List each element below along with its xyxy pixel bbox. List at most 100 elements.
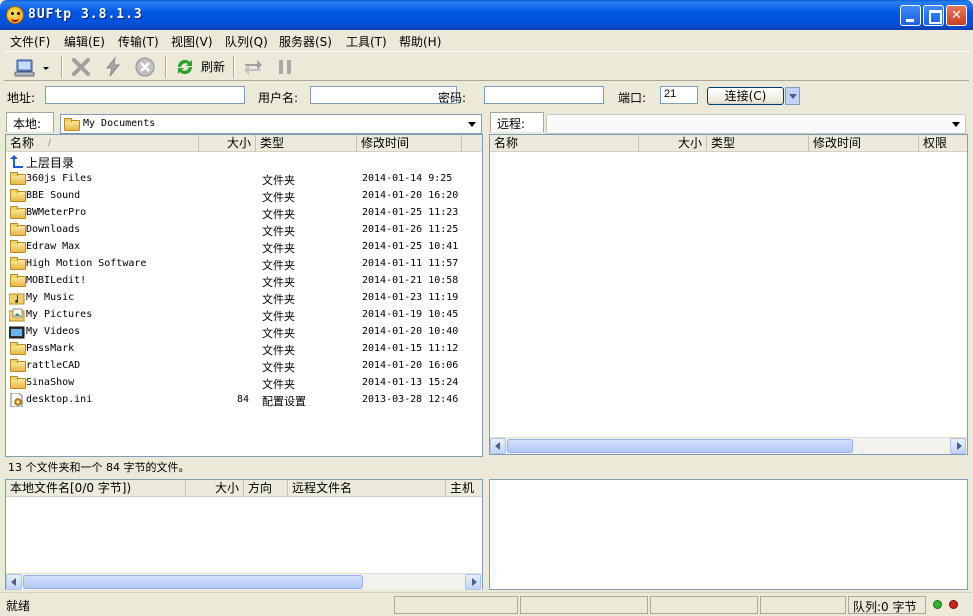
menu-file[interactable]: 文件(F) <box>10 33 50 50</box>
col-modified[interactable]: 修改时间 <box>357 135 462 152</box>
menu-bar: 文件(F) 编辑(E) 传输(T) 视图(V) 队列(Q) 服务器(S) 工具(… <box>4 30 969 50</box>
file-modified: 2014-01-14 9:25 <box>362 173 453 184</box>
table-row[interactable]: PassMark 文件夹 2014-01-15 11:12 <box>6 340 482 357</box>
table-row[interactable]: My Pictures 文件夹 2014-01-19 10:45 <box>6 306 482 323</box>
file-type: 配置设置 <box>262 395 306 408</box>
table-row[interactable]: 360js Files 文件夹 2014-01-14 9:25 <box>6 170 482 187</box>
pictures-folder-icon <box>8 308 25 322</box>
quick-connect-icon[interactable] <box>102 56 124 78</box>
file-type: 文件夹 <box>262 344 295 357</box>
col-size[interactable]: 大小 <box>639 135 707 152</box>
log-panel[interactable] <box>489 479 968 590</box>
status-segment <box>760 596 846 614</box>
queue-list[interactable]: 本地文件名[0/0 字节]) 大小 方向 远程文件名 主机 <box>5 479 483 590</box>
address-input[interactable] <box>45 86 245 104</box>
table-row[interactable]: rattleCAD 文件夹 2014-01-20 16:06 <box>6 357 482 374</box>
remote-panel-tab[interactable]: 远程: <box>490 112 544 132</box>
col-name[interactable]: 名称 / <box>6 135 199 152</box>
table-row[interactable]: Edraw Max 文件夹 2014-01-25 10:41 <box>6 238 482 255</box>
table-row[interactable]: BWMeterPro 文件夹 2014-01-25 11:23 <box>6 204 482 221</box>
folder-icon <box>10 223 26 236</box>
refresh-icon[interactable] <box>174 56 196 78</box>
file-modified: 2014-01-26 11:25 <box>362 224 459 235</box>
table-row[interactable]: High Motion Software 文件夹 2014-01-11 11:57 <box>6 255 482 272</box>
maximize-button[interactable] <box>923 5 944 26</box>
scroll-right-button[interactable] <box>950 438 966 454</box>
password-input[interactable] <box>484 86 604 104</box>
toolbar-separator <box>233 56 235 78</box>
transfer-icon[interactable] <box>242 56 264 78</box>
chevron-down-icon[interactable] <box>464 116 480 132</box>
close-button[interactable]: ✕ <box>946 5 967 26</box>
menu-help[interactable]: 帮助(H) <box>399 33 441 50</box>
col-modified[interactable]: 修改时间 <box>809 135 919 152</box>
remote-file-list[interactable]: 名称 大小 类型 修改时间 权限 <box>489 134 968 455</box>
table-row[interactable]: My Videos 文件夹 2014-01-20 10:40 <box>6 323 482 340</box>
file-type: 文件夹 <box>262 225 295 238</box>
menu-view[interactable]: 视图(V) <box>171 33 213 50</box>
menu-queue[interactable]: 队列(Q) <box>225 33 268 50</box>
folder-icon <box>10 257 26 270</box>
table-row[interactable]: desktop.ini 84 配置设置 2013-03-28 12:46 <box>6 391 482 408</box>
table-row[interactable]: Downloads 文件夹 2014-01-26 11:25 <box>6 221 482 238</box>
username-label: 用户名: <box>258 91 299 105</box>
pause-icon[interactable] <box>274 56 296 78</box>
remote-path-combo[interactable] <box>546 114 966 134</box>
refresh-button[interactable]: 刷新 <box>201 58 225 75</box>
scroll-thumb[interactable] <box>507 439 853 453</box>
menu-server[interactable]: 服务器(S) <box>279 33 332 50</box>
menu-tools[interactable]: 工具(T) <box>346 33 387 50</box>
file-type: 文件夹 <box>262 242 295 255</box>
toolbar: 刷新 <box>4 51 969 81</box>
file-modified: 2014-01-25 11:23 <box>362 207 459 218</box>
local-path-combo[interactable]: My Documents <box>60 114 482 134</box>
status-ready: 就绪 <box>6 599 31 613</box>
site-manager-icon[interactable] <box>14 56 36 78</box>
connect-button[interactable]: 连接(C) <box>707 87 784 105</box>
scroll-right-button[interactable] <box>465 574 481 590</box>
table-row[interactable]: My Music 文件夹 2014-01-23 11:19 <box>6 289 482 306</box>
window-title: 8UFtp 3.8.1.3 <box>28 7 143 22</box>
port-label: 端口: <box>618 91 647 105</box>
col-local-filename[interactable]: 本地文件名[0/0 字节]) <box>6 480 186 497</box>
scroll-thumb[interactable] <box>23 575 363 589</box>
scroll-left-button[interactable] <box>490 438 506 454</box>
title-bar[interactable]: 8UFtp 3.8.1.3 ✕ <box>0 0 973 30</box>
col-size[interactable]: 大小 <box>186 480 244 497</box>
parent-directory-row[interactable]: 上层目录 <box>6 153 482 170</box>
local-file-list[interactable]: 名称 / 大小 类型 修改时间 上层目录 360js Files 文件夹 2014-0… <box>5 134 483 457</box>
table-row[interactable]: MOBILedit! 文件夹 2014-01-21 10:58 <box>6 272 482 289</box>
col-type[interactable]: 类型 <box>707 135 809 152</box>
toolbar-separator <box>61 56 63 78</box>
file-name: Downloads <box>26 224 81 235</box>
username-input[interactable] <box>310 86 457 104</box>
col-direction[interactable]: 方向 <box>244 480 288 497</box>
col-permissions[interactable]: 权限 <box>919 135 969 152</box>
stop-icon[interactable] <box>134 56 156 78</box>
file-size: 84 <box>236 394 249 405</box>
col-host[interactable]: 主机 <box>446 480 484 497</box>
port-input[interactable]: 21 <box>660 86 698 104</box>
connect-dropdown-icon[interactable] <box>785 87 800 105</box>
chevron-down-icon[interactable] <box>40 56 52 78</box>
col-size[interactable]: 大小 <box>199 135 256 152</box>
folder-icon <box>10 359 26 372</box>
menu-edit[interactable]: 编辑(E) <box>64 33 105 50</box>
col-name[interactable]: 名称 <box>490 135 639 152</box>
disconnect-icon[interactable] <box>70 56 92 78</box>
file-name: 360js Files <box>26 173 93 184</box>
music-folder-icon <box>8 291 25 305</box>
table-row[interactable]: SinaShow 文件夹 2014-01-13 15:24 <box>6 374 482 391</box>
minimize-button[interactable] <box>900 5 921 26</box>
chevron-down-icon[interactable] <box>948 116 964 132</box>
menu-transfer[interactable]: 传输(T) <box>118 33 159 50</box>
queue-horizontal-scrollbar[interactable] <box>6 573 482 590</box>
local-panel-tab[interactable]: 本地: <box>6 112 54 132</box>
col-type[interactable]: 类型 <box>256 135 357 152</box>
file-modified: 2014-01-20 16:06 <box>362 360 459 371</box>
col-remote-filename[interactable]: 远程文件名 <box>288 480 446 497</box>
remote-horizontal-scrollbar[interactable] <box>490 437 967 454</box>
scroll-left-button[interactable] <box>6 574 22 590</box>
file-name: desktop.ini <box>26 394 93 405</box>
table-row[interactable]: BBE Sound 文件夹 2014-01-20 16:20 <box>6 187 482 204</box>
